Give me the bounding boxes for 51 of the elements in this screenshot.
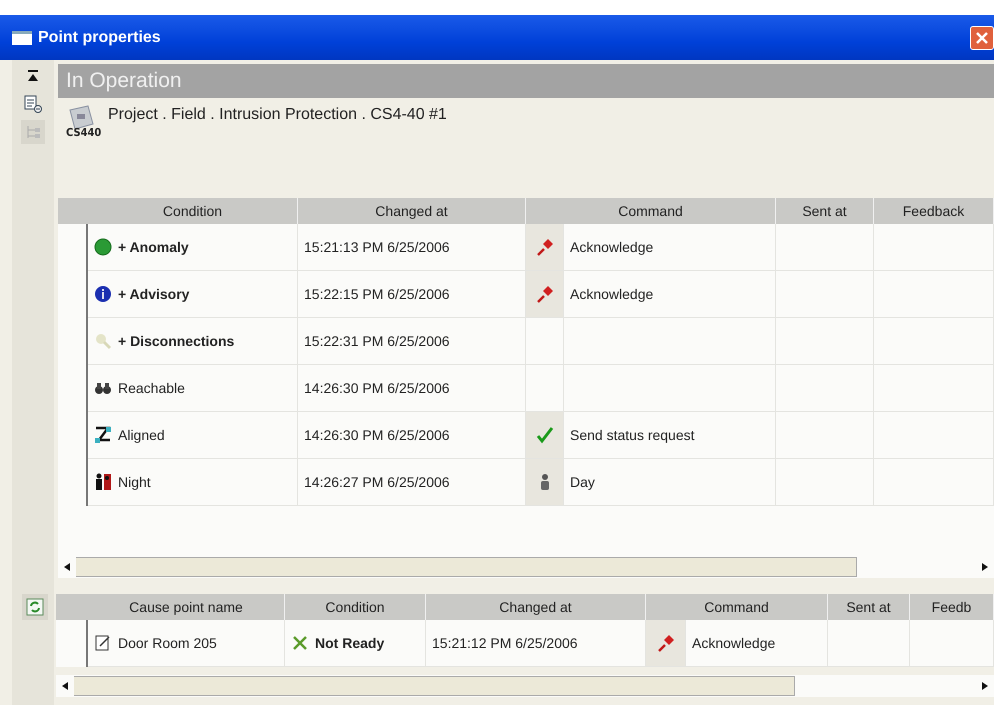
timestamp: 15:21:12 PM 6/25/2006 [432,635,578,651]
window-icon [12,30,32,44]
people-icon [94,473,112,491]
horizontal-scrollbar[interactable] [58,556,994,578]
timestamp: 14:26:30 PM 6/25/2006 [304,380,450,396]
checkmark-icon [536,426,554,444]
refresh-button[interactable] [22,594,48,620]
circle-icon [94,238,112,256]
point-path: Project . Field . Intrusion Protection . CS4-40 #1 [108,106,448,125]
document-icon [94,634,112,652]
condition-text: Not Ready [315,635,384,651]
command-text: Day [570,474,595,490]
row-header[interactable] [56,620,88,667]
device-label: CS440 [66,126,102,139]
tree-icon [25,124,41,140]
collapse-icon [27,70,39,82]
condition-text: + Anomaly [118,239,189,255]
right-arrow-icon [982,563,988,571]
condition-text: Night [118,474,151,490]
right-arrow-icon [982,682,988,690]
timestamp: 15:22:31 PM 6/25/2006 [304,333,450,349]
list-export-icon [24,95,42,113]
command-text: Acknowledge [570,286,654,302]
alignment-icon [94,426,112,444]
pushpin-icon [536,238,554,256]
scrollbar-thumb[interactable] [76,557,857,577]
condition-text: + Disconnections [118,333,234,349]
command-text: Acknowledge [570,239,654,255]
timestamp: 14:26:30 PM 6/25/2006 [304,427,450,443]
status-header: In Operation [58,64,994,98]
command-text: Acknowledge [692,635,776,651]
left-arrow-icon [64,563,70,571]
close-icon [975,30,989,44]
scrollbar-thumb[interactable] [74,676,795,696]
cross-icon [291,634,309,652]
command-text: Send status request [570,427,695,443]
pushpin-icon [656,634,674,652]
close-button[interactable] [970,26,994,50]
condition-text: + Advisory [118,286,190,302]
timestamp: 15:21:13 PM 6/25/2006 [304,239,450,255]
info-icon [94,285,112,303]
row-header[interactable] [58,224,88,271]
window-title: Point properties [38,28,162,46]
condition-text: Aligned [118,427,165,443]
condition-text: Reachable [118,380,185,396]
timestamp: 14:26:27 PM 6/25/2006 [304,474,450,490]
pushpin-icon [536,285,554,303]
left-arrow-icon [62,682,68,690]
timestamp: 15:22:15 PM 6/25/2006 [304,286,450,302]
cause-point-name: Door Room 205 [118,635,217,651]
horizontal-scrollbar[interactable] [56,675,994,697]
